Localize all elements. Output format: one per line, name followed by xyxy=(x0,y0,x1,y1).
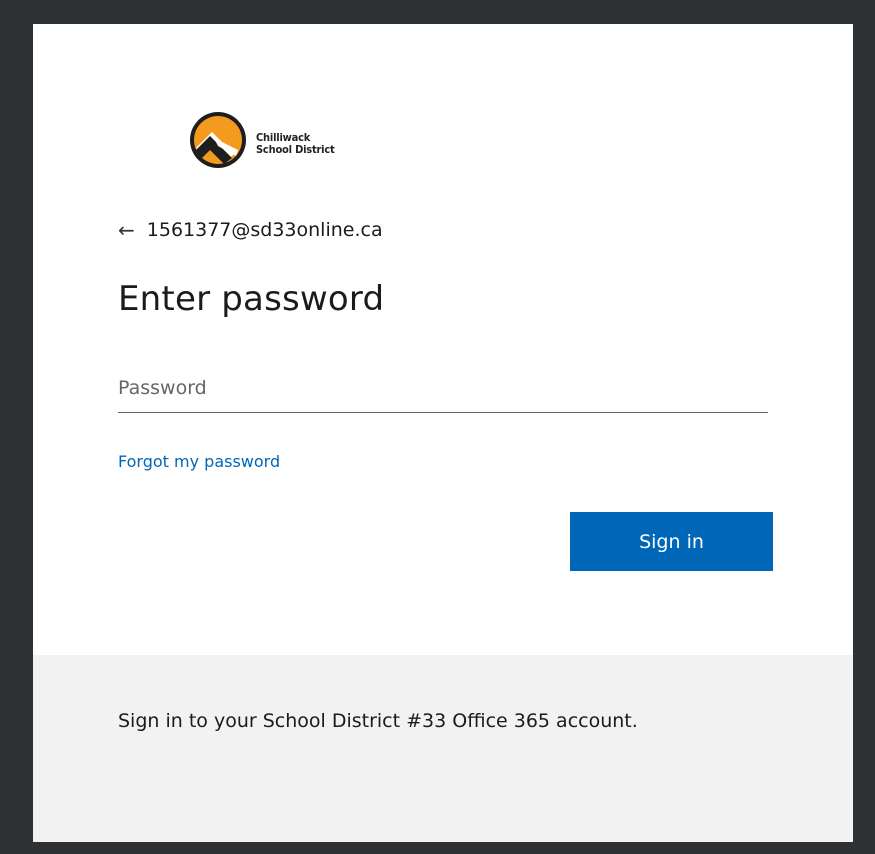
password-field[interactable] xyxy=(118,368,768,413)
arrow-left-icon[interactable]: ← xyxy=(118,218,135,242)
forgot-password-link[interactable]: Forgot my password xyxy=(118,452,280,471)
mountain-logo-icon xyxy=(190,112,246,168)
footer-panel: Sign in to your School District #33 Offi… xyxy=(33,655,853,842)
signin-card: Chilliwack School District ← 1561377@sd3… xyxy=(33,24,853,842)
account-email: 1561377@sd33online.ca xyxy=(146,219,383,241)
logo-text: Chilliwack School District xyxy=(256,132,335,156)
back-row[interactable]: ← 1561377@sd33online.ca xyxy=(118,218,383,242)
district-logo: Chilliwack School District xyxy=(188,108,388,174)
window-frame: Chilliwack School District ← 1561377@sd3… xyxy=(0,0,875,854)
logo-line2: School District xyxy=(256,143,335,156)
page-title: Enter password xyxy=(118,279,385,319)
sign-in-button[interactable]: Sign in xyxy=(570,512,773,571)
footer-text: Sign in to your School District #33 Offi… xyxy=(118,710,638,732)
